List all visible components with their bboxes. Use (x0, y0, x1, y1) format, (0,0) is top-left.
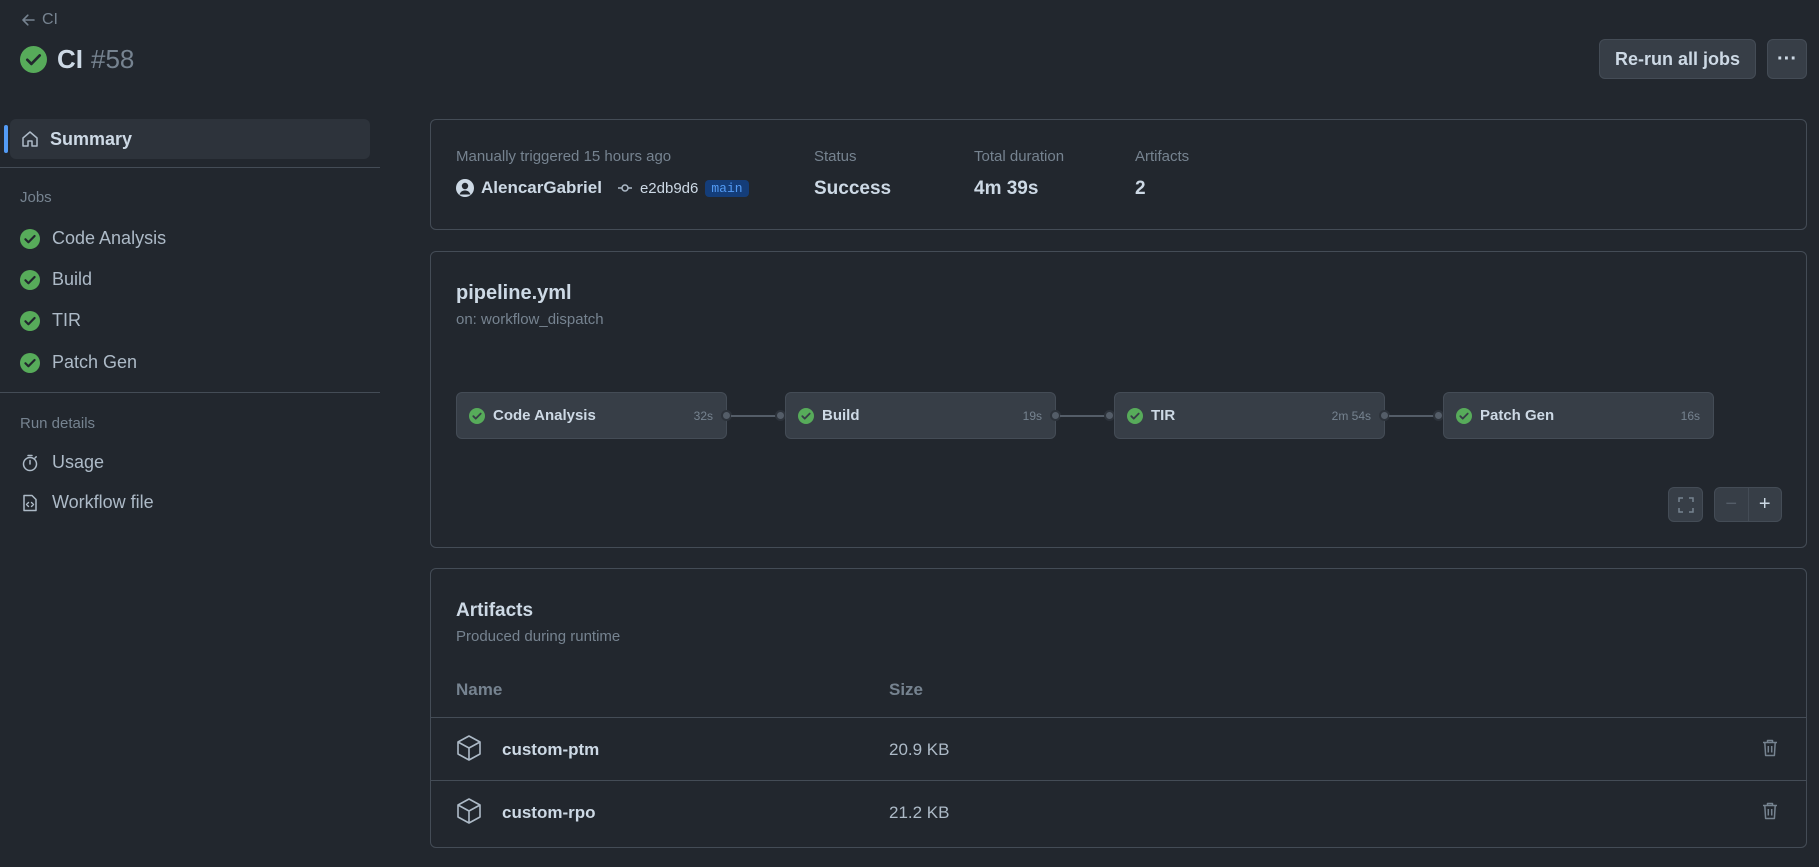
check-circle-icon (798, 407, 814, 424)
check-circle-icon (1127, 407, 1143, 424)
node-label: TIR (1151, 407, 1176, 424)
table-row: custom-ptm 20.9 KB (431, 718, 1806, 780)
workflow-name: CI (57, 44, 83, 74)
sidebar-item-job[interactable]: TIR (20, 310, 81, 331)
sidebar-item-label: Workflow file (52, 492, 154, 512)
graph-job-node[interactable]: Patch Gen 16s (1443, 392, 1714, 439)
artifacts-card: Artifacts Produced during runtime Name S… (430, 568, 1807, 848)
arrow-left-icon (20, 12, 36, 28)
node-duration: 16s (1680, 408, 1700, 423)
column-header-name: Name (456, 680, 503, 699)
package-icon (456, 797, 482, 825)
graph-job-node[interactable]: TIR 2m 54s (1114, 392, 1385, 439)
back-link-label: CI (42, 11, 58, 28)
node-duration: 19s (1022, 408, 1042, 423)
screen-full-icon (1677, 496, 1695, 514)
duration-value: 4m 39s (974, 178, 1039, 199)
sidebar-item-label: Summary (50, 128, 133, 149)
zoom-in-button[interactable]: + (1749, 488, 1782, 521)
sidebar-item-label: Patch Gen (52, 352, 138, 372)
artifacts-count-label: Artifacts (1135, 148, 1190, 165)
node-label: Build (822, 407, 860, 424)
check-circle-icon (20, 46, 47, 73)
commit-link[interactable]: e2db9d6 (640, 180, 698, 197)
fullscreen-button[interactable] (1668, 487, 1703, 522)
connector-line (731, 415, 776, 417)
workflow-filename: pipeline.yml (456, 282, 572, 304)
check-circle-icon (20, 352, 40, 373)
sidebar-item-summary[interactable]: Summary (4, 119, 370, 159)
rerun-all-jobs-button[interactable]: Re-run all jobs (1599, 39, 1756, 79)
duration-label: Total duration (974, 148, 1065, 165)
node-duration: 2m 54s (1331, 408, 1371, 423)
node-label: Patch Gen (1480, 407, 1555, 424)
actor-link[interactable]: AlencarGabriel (481, 178, 602, 198)
sidebar-item-job[interactable]: Build (20, 269, 92, 290)
package-icon (456, 734, 482, 762)
kebab-horizontal-icon: ··· (1777, 47, 1797, 70)
artifact-size: 21.2 KB (889, 803, 950, 822)
graph-job-node[interactable]: Build 19s (785, 392, 1056, 439)
file-code-icon (20, 493, 40, 513)
sidebar-item-label: Code Analysis (52, 228, 167, 248)
check-circle-icon (469, 407, 485, 424)
sidebar-item-label: TIR (52, 310, 81, 330)
sidebar-item-label: Usage (52, 452, 105, 472)
check-circle-icon (20, 228, 40, 249)
column-header-size: Size (889, 680, 924, 699)
artifacts-subtitle: Produced during runtime (456, 628, 621, 645)
avatar[interactable] (456, 179, 474, 197)
sidebar-item-workflow-file[interactable]: Workflow file (20, 492, 154, 513)
more-options-button[interactable]: ··· (1767, 39, 1807, 79)
connector-line (1060, 415, 1105, 417)
table-row: custom-rpo 21.2 KB (431, 781, 1806, 843)
sidebar-divider (0, 392, 380, 393)
workflow-graph-card: pipeline.yml on: workflow_dispatch Code … (430, 251, 1807, 548)
node-label: Code Analysis (493, 407, 596, 424)
trash-icon[interactable] (1761, 801, 1779, 821)
branch-label[interactable]: main (705, 179, 749, 197)
artifact-name-link[interactable]: custom-rpo (502, 803, 596, 823)
home-icon (20, 129, 40, 149)
status-label: Status (814, 148, 857, 165)
jobs-heading: Jobs (20, 189, 52, 206)
trigger-text: Manually triggered 15 hours ago (456, 148, 672, 165)
run-details-heading: Run details (20, 415, 96, 432)
back-link[interactable]: CI (20, 11, 58, 29)
trash-icon[interactable] (1761, 738, 1779, 758)
artifact-size: 20.9 KB (889, 740, 950, 759)
artifacts-count-value[interactable]: 2 (1135, 178, 1146, 200)
stopwatch-icon (20, 453, 40, 473)
run-summary-card: Manually triggered 15 hours ago AlencarG… (430, 119, 1807, 230)
graph-job-node[interactable]: Code Analysis 32s (456, 392, 727, 439)
check-circle-icon (20, 269, 40, 290)
status-value: Success (814, 178, 892, 199)
zoom-out-button[interactable]: − (1715, 488, 1749, 521)
sidebar-item-job[interactable]: Code Analysis (20, 228, 166, 249)
workflow-trigger: on: workflow_dispatch (456, 311, 604, 328)
artifacts-title: Artifacts (456, 600, 534, 621)
sidebar-item-usage[interactable]: Usage (20, 452, 104, 473)
node-duration: 32s (693, 408, 713, 423)
sidebar-divider (0, 167, 380, 168)
zoom-controls: − + (1714, 487, 1782, 522)
check-circle-icon (1456, 407, 1472, 424)
check-circle-icon (20, 310, 40, 331)
page-title: CI #58 (20, 44, 134, 75)
run-number: #58 (91, 44, 135, 74)
connector-line (1389, 415, 1434, 417)
sidebar-item-job[interactable]: Patch Gen (20, 352, 137, 373)
run-meta: AlencarGabriel e2db9d6 main (456, 178, 749, 198)
selected-indicator (4, 125, 8, 153)
sidebar-item-label: Build (52, 269, 93, 289)
git-commit-icon (617, 180, 633, 196)
artifact-name-link[interactable]: custom-ptm (502, 740, 599, 760)
